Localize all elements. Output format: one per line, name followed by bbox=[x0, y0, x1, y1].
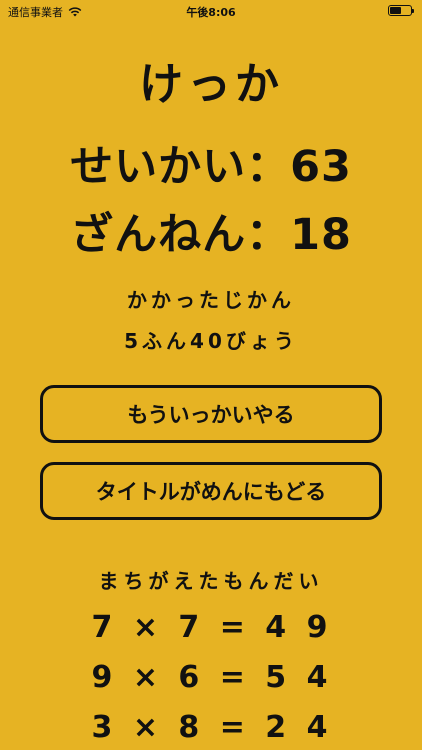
correct-count: せいかい：63 bbox=[70, 142, 352, 192]
battery-icon bbox=[388, 5, 414, 16]
status-time: 午後8:06 bbox=[186, 6, 236, 19]
status-bar: 通信事業者 午後8:06 bbox=[0, 0, 422, 22]
time-taken-label: かかったじかん bbox=[127, 288, 295, 312]
result-title: けっか bbox=[139, 59, 283, 110]
result-screen: 通信事業者 午後8:06 けっか せいかい：63 ざんねん：18 かかったじかん… bbox=[0, 0, 422, 750]
mistake-item: 3 × 8 = 2 4 bbox=[91, 710, 331, 745]
mistake-item: 9 × 6 = 5 4 bbox=[91, 660, 331, 695]
back-to-title-button[interactable]: タイトルがめんにもどる bbox=[40, 462, 382, 520]
retry-button[interactable]: もういっかいやる bbox=[40, 385, 382, 443]
mistakes-heading: まちがえたもんだい bbox=[98, 569, 324, 593]
mistake-item: 7 × 7 = 4 9 bbox=[91, 610, 331, 645]
time-taken-value: 5ふん40びょう bbox=[124, 329, 298, 353]
wrong-count: ざんねん：18 bbox=[70, 210, 352, 260]
